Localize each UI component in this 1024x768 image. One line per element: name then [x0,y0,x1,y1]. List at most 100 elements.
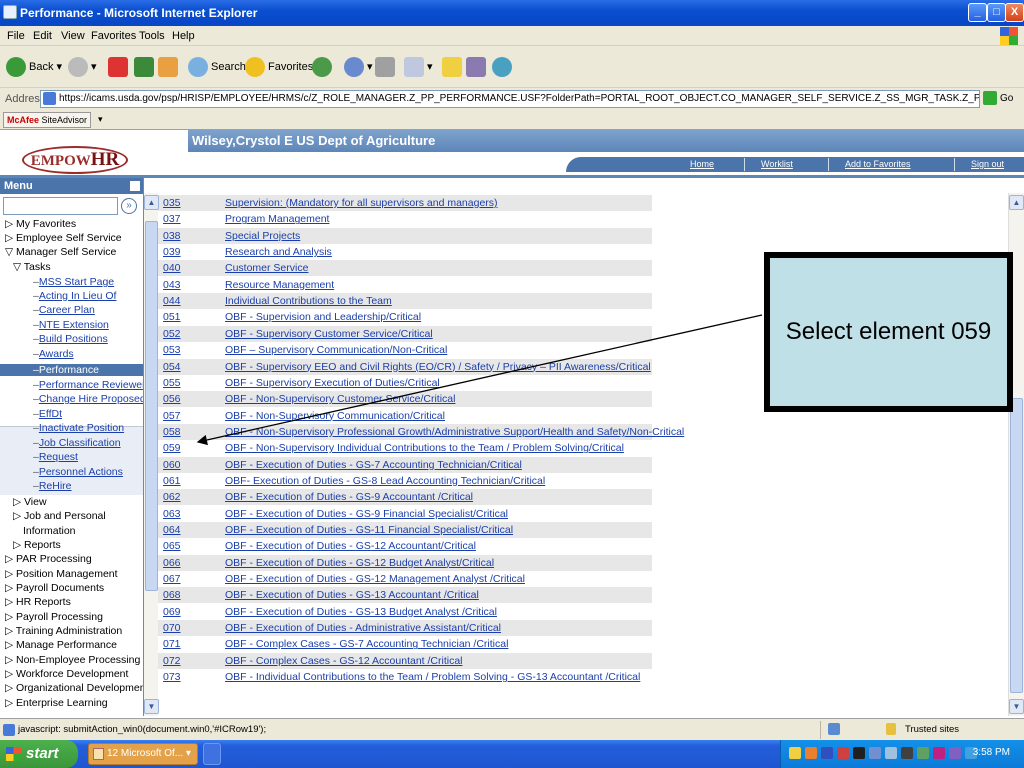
tray-display-icon[interactable] [917,747,929,759]
menu-item[interactable]: ▷ View [0,496,47,508]
element-description-link[interactable]: OBF - Execution of Duties - GS-13 Budget… [225,604,497,620]
element-code-link[interactable]: 067 [163,571,181,587]
tray-m-icon[interactable] [933,747,945,759]
element-code-link[interactable]: 037 [163,211,181,227]
research-button[interactable] [466,56,489,78]
menu-item[interactable]: Information [0,525,76,537]
scroll-thumb[interactable] [1010,398,1023,693]
minimize-button[interactable]: _ [968,3,987,22]
menu-item[interactable]: ▷ Non-Employee Processing [0,654,140,666]
tray-sync-icon[interactable] [885,747,897,759]
element-code-link[interactable]: 061 [163,473,181,489]
element-code-link[interactable]: 052 [163,326,181,342]
menu-item[interactable]: – Inactivate Position [0,422,124,434]
element-description-link[interactable]: OBF - Supervision and Leadership/Critica… [225,309,421,325]
menu-favorites[interactable]: Favorites [91,30,136,42]
siteadvisor-dropdown-icon[interactable]: ▾ [98,114,103,125]
element-description-link[interactable]: OBF - Non-Supervisory Customer Service/C… [225,391,455,407]
menu-item[interactable]: – EffDt [0,408,62,420]
refresh-button[interactable] [134,56,157,78]
element-description-link[interactable]: OBF - Execution of Duties - GS-9 Account… [225,489,473,505]
element-description-link[interactable]: OBF - Supervisory EEO and Civil Rights (… [225,359,651,375]
menu-item[interactable]: – Build Positions [0,333,108,345]
menu-file[interactable]: File [7,30,25,42]
menu-item[interactable]: ▽ Manager Self Service [0,246,116,258]
menu-item[interactable]: – Performance Reviewer [0,379,143,391]
element-code-link[interactable]: 053 [163,342,181,358]
menu-item[interactable]: – Personnel Actions [0,466,123,478]
taskbar-item-ie[interactable] [203,743,221,765]
edit-button[interactable]: ▾ [404,56,433,78]
menu-item[interactable]: ▷ Payroll Processing [0,611,103,623]
tray-shield-icon[interactable] [821,747,833,759]
element-description-link[interactable]: OBF - Supervisory Execution of Duties/Cr… [225,375,440,391]
element-code-link[interactable]: 066 [163,555,181,571]
menu-item[interactable]: – NTE Extension [0,319,109,331]
history-button[interactable] [312,56,335,78]
nav-home-link[interactable]: Home [690,159,714,169]
element-description-link[interactable]: Program Management [225,211,329,227]
element-description-link[interactable]: Resource Management [225,277,334,293]
nav-worklist-link[interactable]: Worklist [761,159,793,169]
element-code-link[interactable]: 072 [163,653,181,669]
tray-mail-icon[interactable] [789,747,801,759]
element-description-link[interactable]: Special Projects [225,228,300,244]
scroll-down-icon[interactable]: ▼ [1009,699,1024,714]
menu-item[interactable]: – MSS Start Page [0,276,114,288]
element-description-link[interactable]: OBF - Non-Supervisory Communication/Crit… [225,408,445,424]
menu-item[interactable]: – Change Hire Proposed [0,393,143,405]
menu-item[interactable]: ▷ Manage Performance [0,639,117,651]
menu-item[interactable]: ▷ Reports [0,539,61,551]
element-code-link[interactable]: 040 [163,260,181,276]
element-description-link[interactable]: Research and Analysis [225,244,332,260]
tray-network-icon[interactable] [869,747,881,759]
element-code-link[interactable]: 038 [163,228,181,244]
address-input[interactable]: https://icams.usda.gov/psp/HRISP/EMPLOYE… [40,90,980,108]
menu-item[interactable]: – Career Plan [0,304,95,316]
element-code-link[interactable]: 055 [163,375,181,391]
menu-item[interactable]: – Acting In Lieu Of [0,290,116,302]
menu-item[interactable]: – Request [0,451,78,463]
maximize-button[interactable]: □ [987,3,1006,22]
tray-warning-icon[interactable] [853,747,865,759]
element-description-link[interactable]: OBF - Execution of Duties - GS-12 Budget… [225,555,494,571]
menu-help[interactable]: Help [172,30,195,42]
element-code-link[interactable]: 064 [163,522,181,538]
menu-item[interactable]: ▷ Organizational Development [0,682,143,694]
tray-media-icon[interactable] [949,747,961,759]
menu-item[interactable]: – Performance [0,364,143,376]
element-code-link[interactable]: 035 [163,195,181,211]
element-description-link[interactable]: OBF - Execution of Duties - GS-11 Financ… [225,522,513,538]
menu-edit[interactable]: Edit [33,30,52,42]
menu-view[interactable]: View [61,30,85,42]
element-code-link[interactable]: 058 [163,424,181,440]
element-code-link[interactable]: 043 [163,277,181,293]
element-description-link[interactable]: OBF - Non-Supervisory Individual Contrib… [225,440,624,456]
messenger-button[interactable] [492,56,515,78]
element-code-link[interactable]: 051 [163,309,181,325]
favorites-button[interactable]: Favorites [245,56,313,78]
element-code-link[interactable]: 057 [163,408,181,424]
element-description-link[interactable]: OBF - Supervisory Customer Service/Criti… [225,326,433,342]
start-button[interactable]: start [0,740,78,768]
element-description-link[interactable]: Individual Contributions to the Team [225,293,392,309]
menu-search-go-button[interactable]: » [121,198,137,214]
element-code-link[interactable]: 063 [163,506,181,522]
home-button[interactable] [158,56,181,78]
menu-item[interactable]: ▷ Training Administration [0,625,122,637]
element-code-link[interactable]: 039 [163,244,181,260]
mail-button[interactable]: ▾ [344,56,373,78]
menu-item[interactable]: ▷ PAR Processing [0,553,92,565]
element-code-link[interactable]: 060 [163,457,181,473]
element-description-link[interactable]: OBF - Individual Contributions to the Te… [225,669,640,685]
element-code-link[interactable]: 065 [163,538,181,554]
collapse-icon[interactable] [130,181,140,191]
back-button[interactable]: Back ▾ [6,56,62,78]
element-code-link[interactable]: 069 [163,604,181,620]
taskbar-item-office[interactable]: 12 Microsoft Of... ▾ [88,743,198,765]
forward-button[interactable]: ▾ [68,56,97,78]
element-code-link[interactable]: 068 [163,587,181,603]
menu-item[interactable]: ▷ Employee Self Service [0,232,122,244]
menu-item[interactable]: ▷ My Favorites [0,218,76,230]
close-button[interactable]: X [1005,3,1024,22]
